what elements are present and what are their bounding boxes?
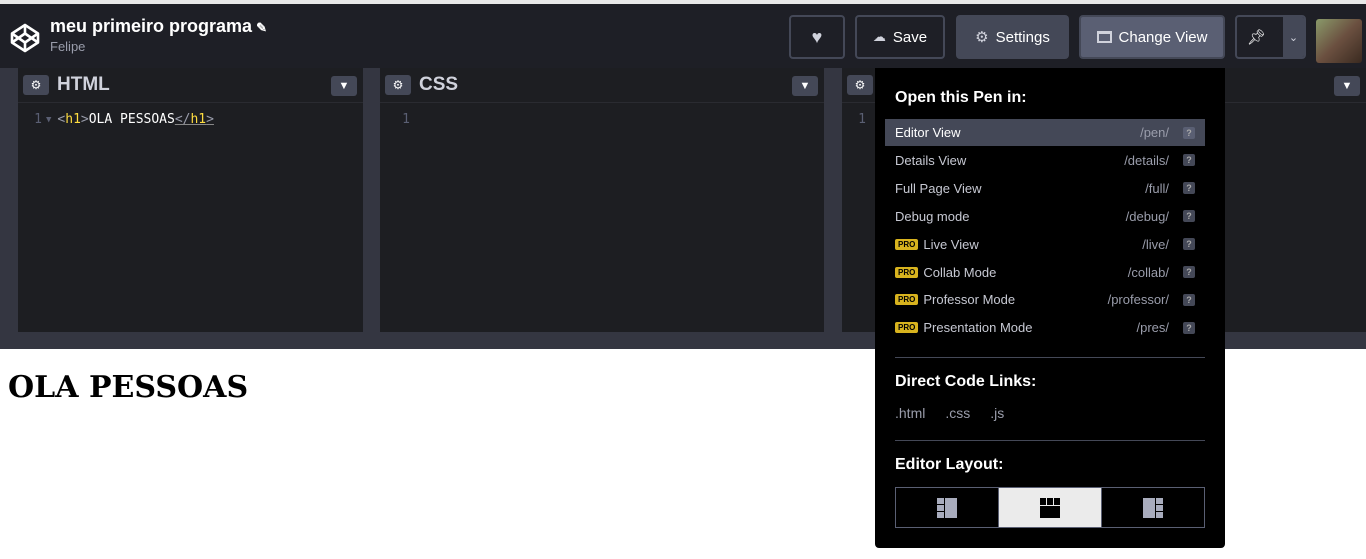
gear-icon: ⚙: [975, 29, 989, 46]
layout-selector: [895, 487, 1205, 528]
chevron-down-icon[interactable]: ▼: [792, 76, 818, 96]
view-path: /pen/: [1140, 125, 1169, 140]
layout-top-button[interactable]: [998, 488, 1102, 527]
open-pen-title: Open this Pen in:: [895, 89, 1027, 106]
panel-title: HTML: [57, 74, 110, 95]
help-icon[interactable]: ?: [1183, 293, 1195, 306]
pencil-icon[interactable]: ✎: [256, 20, 267, 35]
pro-badge: PRO: [895, 294, 919, 306]
save-button[interactable]: ☁ Save: [855, 15, 945, 59]
view-path: /collab/: [1127, 264, 1169, 280]
view-option[interactable]: PRO Collab Mode/collab/?: [885, 259, 1205, 286]
css-code[interactable]: 1: [380, 103, 824, 127]
pin-button[interactable]: 📌︎ ⌄: [1235, 15, 1306, 59]
css-link[interactable]: .css: [945, 405, 970, 421]
view-label: Editor View: [895, 125, 961, 140]
view-label: Collab Mode: [923, 264, 997, 280]
preview-heading: OLA PESSOAS: [8, 370, 249, 405]
layout-left-button[interactable]: [896, 488, 998, 527]
help-icon[interactable]: ?: [1183, 154, 1195, 167]
heart-icon: ♥: [811, 26, 823, 47]
header: meu primeiro programa ✎ Felipe ♥ ☁ Save ⚙ S…: [0, 4, 1366, 68]
layout-right-icon: [1143, 497, 1163, 518]
divider: [895, 357, 1205, 358]
view-option[interactable]: PRO Presentation Mode/pres/?: [885, 314, 1205, 341]
pro-badge: PRO: [895, 322, 919, 334]
js-settings-icon[interactable]: ⚙: [847, 75, 873, 95]
cloud-icon: ☁: [872, 29, 886, 44]
pen-title[interactable]: meu primeiro programa ✎: [50, 16, 267, 37]
css-panel: ⚙ CSS ▼ 1: [380, 68, 824, 332]
codepen-logo-icon[interactable]: [10, 23, 40, 53]
help-icon[interactable]: ?: [1183, 266, 1195, 278]
window-icon: [1096, 31, 1112, 43]
pro-badge: PRO: [895, 266, 919, 278]
help-icon[interactable]: ?: [1183, 126, 1195, 139]
fold-icon[interactable]: ▼: [46, 112, 51, 129]
love-button[interactable]: ♥: [789, 15, 845, 59]
change-view-dropdown: Open this Pen in: Editor View/pen/? Detai…: [875, 68, 1225, 548]
layout-top-icon: [1040, 497, 1060, 518]
pen-author[interactable]: Felipe: [50, 39, 85, 54]
view-option[interactable]: Debug mode/debug/?: [885, 203, 1205, 230]
view-label: Details View: [895, 152, 967, 168]
css-settings-icon[interactable]: ⚙: [385, 75, 411, 95]
view-path: /debug/: [1125, 208, 1169, 224]
view-label: Live View: [923, 236, 979, 252]
chevron-down-icon[interactable]: ⌄: [1282, 17, 1304, 57]
view-path: /live/: [1142, 236, 1169, 252]
view-label: Debug mode: [895, 208, 970, 224]
view-label: Presentation Mode: [923, 320, 1033, 336]
view-option[interactable]: Editor View/pen/?: [885, 119, 1205, 146]
settings-button[interactable]: ⚙ Settings: [956, 15, 1069, 59]
divider: [895, 440, 1205, 441]
view-label: Full Page View: [895, 180, 982, 196]
avatar[interactable]: [1316, 19, 1362, 63]
chevron-down-icon[interactable]: ▼: [1334, 76, 1360, 96]
panel-title: CSS: [419, 74, 459, 95]
code-links-title: Direct Code Links:: [895, 373, 1037, 390]
view-option[interactable]: Full Page View/full/?: [885, 175, 1205, 202]
layout-right-button[interactable]: [1102, 488, 1204, 527]
view-path: /details/: [1124, 152, 1169, 168]
view-path: /full/: [1145, 180, 1169, 196]
pin-icon: 📌︎: [1246, 29, 1266, 46]
view-option[interactable]: Details View/details/?: [885, 147, 1205, 174]
view-path: /professor/: [1107, 292, 1169, 308]
help-icon[interactable]: ?: [1183, 321, 1195, 334]
html-code[interactable]: 1 ▼ <h1>OLA PESSOAS</h1>: [18, 103, 363, 129]
chevron-down-icon[interactable]: ▼: [331, 76, 357, 96]
help-icon[interactable]: ?: [1183, 238, 1195, 251]
view-option[interactable]: PRO Professor Mode/professor/?: [885, 286, 1205, 313]
js-link[interactable]: .js: [990, 405, 1004, 421]
layout-title: Editor Layout:: [895, 456, 1004, 473]
help-icon[interactable]: ?: [1183, 210, 1195, 223]
html-settings-icon[interactable]: ⚙: [23, 75, 49, 95]
view-path: /pres/: [1136, 320, 1169, 336]
layout-left-icon: [937, 497, 957, 518]
html-link[interactable]: .html: [895, 405, 925, 421]
help-icon[interactable]: ?: [1183, 182, 1195, 195]
html-panel: ⚙ HTML ▼ 1 ▼ <h1>OLA PESSOAS</h1>: [18, 68, 363, 332]
view-option[interactable]: PRO Live View/live/?: [885, 231, 1205, 258]
change-view-button[interactable]: Change View: [1079, 15, 1225, 59]
pro-badge: PRO: [895, 238, 919, 250]
view-label: Professor Mode: [923, 292, 1016, 308]
